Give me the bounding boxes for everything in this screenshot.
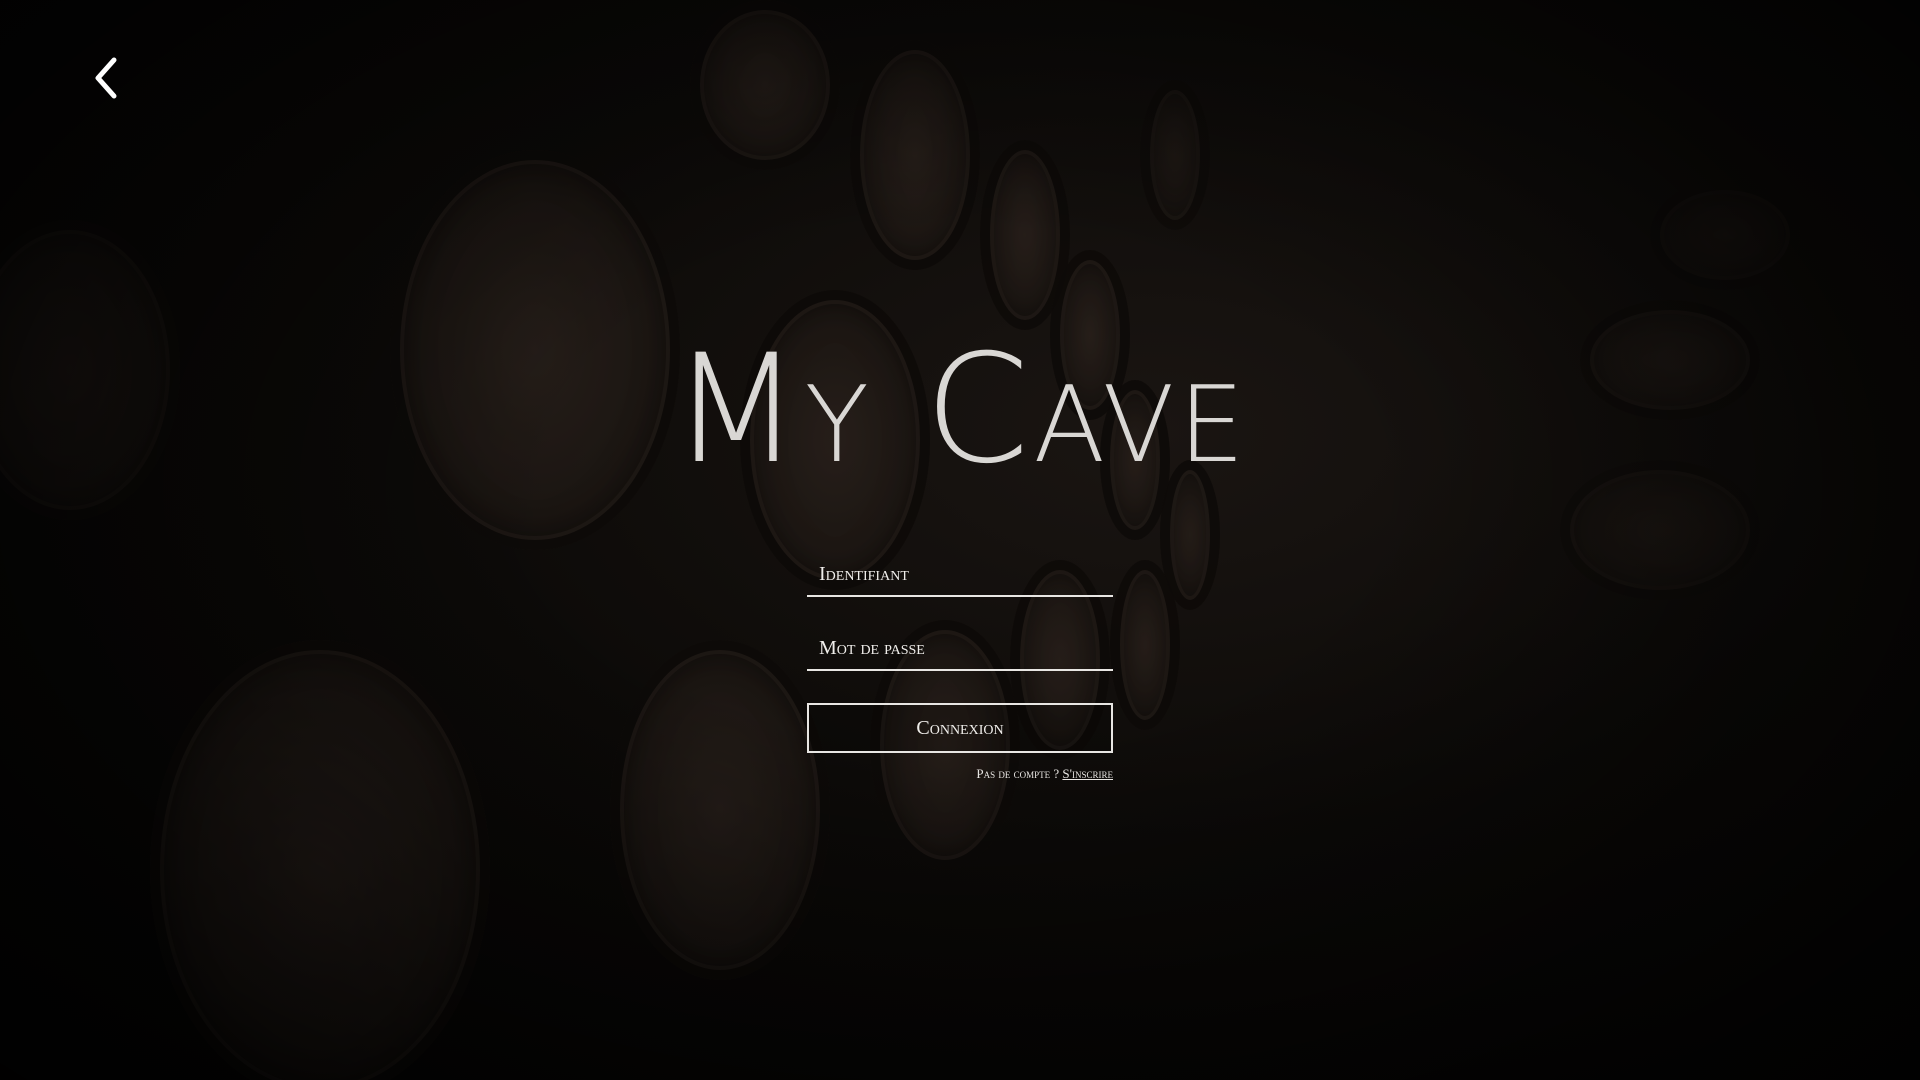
chevron-left-icon — [95, 57, 117, 99]
background-vignette — [0, 0, 1920, 1080]
password-input[interactable] — [807, 629, 1113, 667]
back-button[interactable] — [88, 52, 128, 104]
password-field-wrapper — [807, 629, 1113, 671]
username-input[interactable] — [807, 555, 1113, 593]
signup-row: Pas de compte ? S'inscrire — [807, 766, 1113, 782]
app-title: My Cave — [671, 323, 1249, 497]
signup-link[interactable]: S'inscrire — [1062, 766, 1113, 781]
login-form: Connexion Pas de compte ? S'inscrire — [807, 555, 1113, 782]
username-field-wrapper — [807, 555, 1113, 597]
login-button[interactable]: Connexion — [807, 703, 1113, 753]
no-account-text: Pas de compte ? — [976, 766, 1060, 781]
